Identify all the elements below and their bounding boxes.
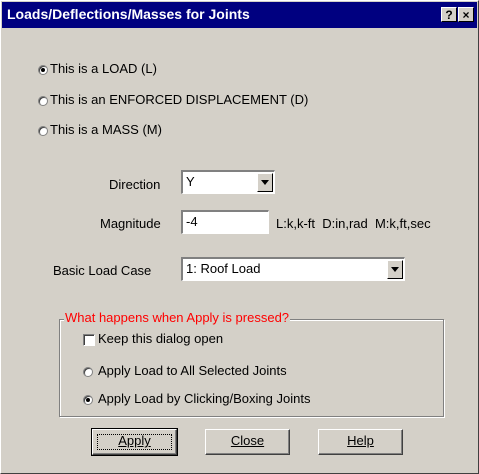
help-button[interactable]: Help <box>318 429 403 455</box>
type-option-displacement-label: This is an ENFORCED DISPLACEMENT (D) <box>50 92 309 107</box>
magnitude-value: -4 <box>186 214 198 229</box>
radio-displacement[interactable] <box>38 96 48 106</box>
radio-mass[interactable] <box>38 126 48 136</box>
close-button-label: Close <box>230 433 265 448</box>
apply-behavior-group-label: What happens when Apply is pressed? <box>64 310 291 325</box>
keep-open-checkbox[interactable] <box>83 334 95 346</box>
load-case-select[interactable]: 1: Roof Load <box>181 257 405 281</box>
apply-all-selected-label: Apply Load to All Selected Joints <box>98 363 287 378</box>
help-title-button[interactable]: ? <box>441 7 457 22</box>
apply-by-clicking-label: Apply Load by Clicking/Boxing Joints <box>98 391 311 406</box>
help-button-label: Help <box>347 433 374 448</box>
keep-open-label: Keep this dialog open <box>98 331 224 346</box>
apply-button[interactable]: Apply <box>91 428 178 456</box>
magnitude-units: L:k,k-ft D:in,rad M:k,ft,sec <box>276 216 431 231</box>
load-case-value: 1: Roof Load <box>186 261 261 276</box>
magnitude-label: Magnitude <box>100 216 161 231</box>
chevron-down-icon <box>261 180 269 185</box>
load-case-label: Basic Load Case <box>53 263 152 278</box>
direction-select[interactable]: Y <box>181 170 275 194</box>
direction-label: Direction <box>109 177 161 192</box>
direction-dropdown-button[interactable] <box>257 173 273 192</box>
title-bar[interactable]: Loads/Deflections/Masses for Joints ? × <box>2 2 477 28</box>
close-title-button[interactable]: × <box>458 7 474 22</box>
direction-value: Y <box>186 174 195 189</box>
radio-load[interactable] <box>38 65 48 75</box>
window-title: Loads/Deflections/Masses for Joints <box>7 6 250 22</box>
close-button[interactable]: Close <box>205 429 290 455</box>
chevron-down-icon <box>391 267 399 272</box>
type-option-mass-label: This is a MASS (M) <box>50 122 162 137</box>
dialog-window: Loads/Deflections/Masses for Joints ? × … <box>0 0 479 474</box>
focus-indicator <box>97 434 172 450</box>
load-case-dropdown-button[interactable] <box>387 260 403 279</box>
magnitude-input[interactable]: -4 <box>181 210 269 234</box>
type-option-load-label: This is a LOAD (L) <box>50 61 157 76</box>
radio-apply-all-selected[interactable] <box>83 367 93 377</box>
radio-apply-by-clicking[interactable] <box>83 395 93 405</box>
